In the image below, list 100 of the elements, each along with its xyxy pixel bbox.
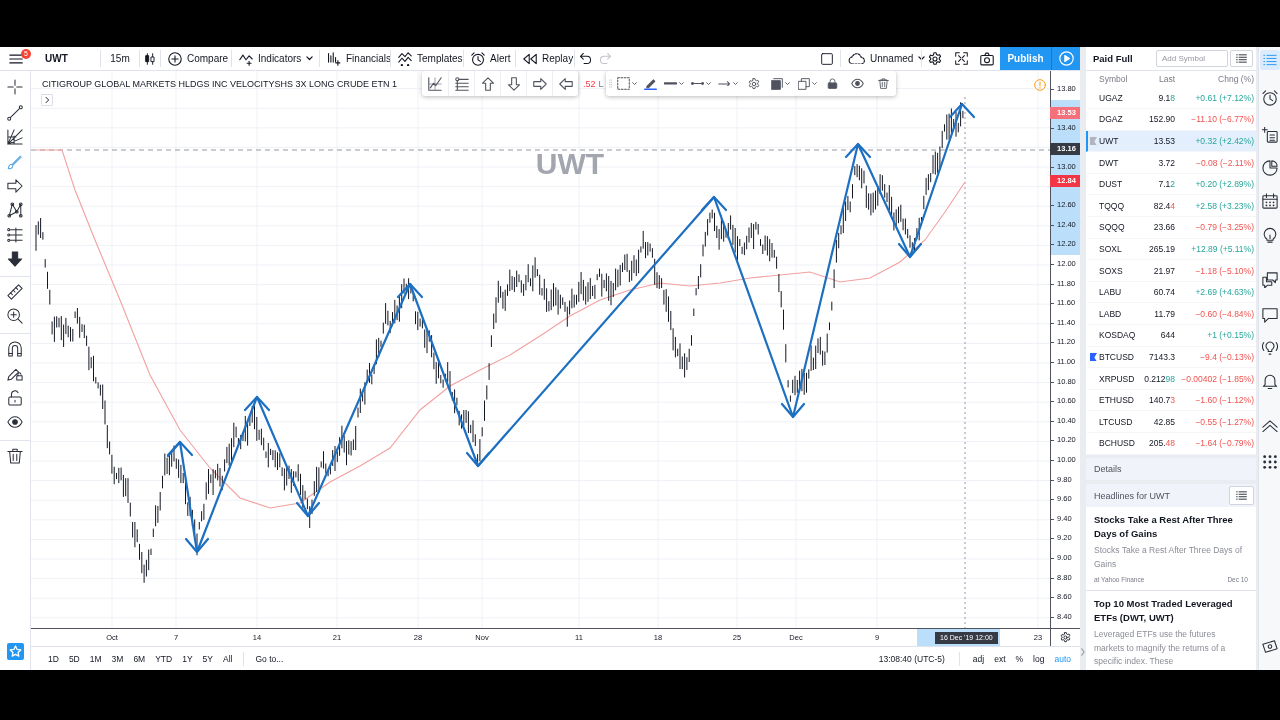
zoom-in-icon[interactable] bbox=[7, 308, 23, 324]
chevron-right-icon[interactable] bbox=[41, 94, 53, 106]
watchlist-row[interactable]: BTCUSD 7143.3 −9.4 (−0.13%) bbox=[1086, 346, 1256, 369]
watchlist-row[interactable]: LABD 11.79 −0.60 (−4.84%) bbox=[1086, 303, 1256, 326]
range-option[interactable]: 1Y bbox=[177, 649, 198, 668]
double-chevron-up-icon[interactable] bbox=[1261, 419, 1278, 433]
candlestick-icon[interactable] bbox=[144, 52, 156, 65]
watchlist-row[interactable]: DWT 3.72 −0.08 (−2.11%) bbox=[1086, 152, 1256, 174]
open-lock-icon[interactable] bbox=[7, 390, 23, 406]
add-symbol-field[interactable]: Add Symbol bbox=[1156, 50, 1228, 67]
range-option[interactable]: 6M bbox=[128, 649, 151, 668]
lock-icon[interactable] bbox=[826, 78, 838, 89]
caret-icon[interactable] bbox=[812, 81, 817, 86]
star-icon[interactable] bbox=[6, 643, 24, 660]
caret-icon[interactable] bbox=[632, 81, 637, 86]
goto-link[interactable]: Go to... bbox=[250, 649, 289, 668]
chat-bubble-icon[interactable] bbox=[1261, 307, 1278, 323]
news-title[interactable]: Top 10 Most Traded Leveraged ETFs (DWT, UWT) bbox=[1094, 597, 1248, 625]
headlines-menu-button[interactable] bbox=[1229, 486, 1254, 506]
range-option[interactable]: 5Y bbox=[197, 649, 218, 668]
column-header[interactable]: Symbol bbox=[1099, 74, 1139, 85]
arrow-down-icon[interactable] bbox=[7, 251, 23, 267]
copy-icon[interactable] bbox=[798, 77, 810, 90]
lightbulb-waves-icon[interactable] bbox=[1261, 339, 1278, 355]
compare-button[interactable]: Compare bbox=[161, 47, 231, 70]
settings-icon[interactable] bbox=[1060, 632, 1071, 643]
alarm-clock-icon[interactable] bbox=[1261, 90, 1278, 106]
level-lines-icon[interactable] bbox=[454, 76, 469, 91]
play-button[interactable] bbox=[1051, 47, 1080, 70]
arrow-down-icon[interactable] bbox=[506, 76, 521, 91]
watchlist-row[interactable]: KOSDAQ 644 +1 (+0.15%) bbox=[1086, 325, 1256, 347]
crosshair-icon[interactable] bbox=[7, 79, 23, 95]
arrow-line-icon[interactable] bbox=[718, 80, 731, 87]
calendar-icon[interactable] bbox=[1261, 193, 1278, 209]
caret-icon[interactable] bbox=[733, 81, 738, 86]
list-icon[interactable] bbox=[1259, 50, 1280, 70]
thick-line-icon[interactable] bbox=[664, 82, 677, 85]
banknote-icon[interactable] bbox=[1261, 639, 1278, 655]
caret-icon[interactable] bbox=[679, 81, 684, 86]
layout-button[interactable]: Unnamed bbox=[841, 47, 921, 70]
pen-icon[interactable] bbox=[643, 77, 657, 90]
replay-button[interactable]: Replay bbox=[516, 47, 574, 70]
watchlist-row[interactable]: UGAZ 9.18 +0.61 (+7.12%) bbox=[1086, 87, 1256, 110]
watchlist-row[interactable]: LTCUSD 42.85 −0.55 (−1.27%) bbox=[1086, 411, 1256, 433]
symbol-selector[interactable]: UWT bbox=[31, 47, 100, 70]
line-endpoints-icon[interactable] bbox=[691, 82, 704, 85]
templates-button[interactable]: Templates bbox=[391, 47, 463, 70]
range-option[interactable]: 1D bbox=[43, 649, 64, 668]
dashed-square-icon[interactable] bbox=[617, 77, 630, 90]
camera-icon[interactable] bbox=[980, 51, 994, 66]
trash-icon[interactable] bbox=[7, 448, 23, 464]
interval-selector[interactable]: 15m bbox=[101, 47, 139, 70]
watchlist-row[interactable]: TQQQ 82.44 +2.58 (+3.23%) bbox=[1086, 195, 1256, 218]
column-header[interactable]: Last bbox=[1139, 74, 1175, 85]
watchlist-row[interactable]: DUST 7.12 +0.20 (+2.89%) bbox=[1086, 173, 1256, 196]
magnet-icon[interactable] bbox=[7, 341, 23, 357]
arrow-right-icon[interactable] bbox=[7, 178, 23, 194]
caret-icon[interactable] bbox=[706, 81, 711, 86]
scale-toggle[interactable]: adj bbox=[967, 649, 990, 668]
trash-icon[interactable] bbox=[877, 78, 889, 89]
arrow-up-icon[interactable] bbox=[480, 76, 495, 91]
square-icon[interactable] bbox=[821, 52, 833, 65]
arrow-left-icon[interactable] bbox=[558, 76, 573, 91]
pie-chart-icon[interactable] bbox=[1261, 160, 1278, 176]
line-tool-icon[interactable] bbox=[7, 105, 23, 121]
watchlist-menu-button[interactable] bbox=[1230, 50, 1253, 67]
lightbulb-icon[interactable] bbox=[1261, 227, 1278, 243]
scale-toggle[interactable]: ext bbox=[989, 649, 1011, 668]
range-option[interactable]: YTD bbox=[150, 649, 178, 668]
caret-icon[interactable] bbox=[784, 81, 790, 86]
ruler-icon[interactable] bbox=[7, 284, 23, 300]
document-plus-icon[interactable] bbox=[1261, 127, 1278, 143]
filled-square-icon[interactable] bbox=[770, 77, 783, 90]
fullscreen-icon[interactable] bbox=[954, 52, 968, 65]
chart-line-icon[interactable] bbox=[428, 76, 442, 91]
range-option[interactable]: 5D bbox=[63, 649, 85, 668]
chat-bubbles-icon[interactable] bbox=[1261, 272, 1278, 288]
connected-nodes-icon[interactable] bbox=[7, 202, 23, 218]
watchlist-row[interactable]: ETHUSD 140.73 −1.60 (−1.12%) bbox=[1086, 389, 1256, 412]
watchlist-row[interactable]: BCHUSD 205.48 −1.64 (−0.79%) bbox=[1086, 433, 1256, 455]
watchlist-title[interactable]: Paid Full bbox=[1093, 53, 1133, 64]
undo-icon[interactable] bbox=[578, 52, 592, 65]
menu-icon[interactable] bbox=[8, 51, 23, 66]
eye-icon[interactable] bbox=[850, 77, 864, 90]
watchlist-row[interactable]: SOXS 21.97 −1.18 (−5.10%) bbox=[1086, 260, 1256, 282]
eye-icon[interactable] bbox=[7, 414, 23, 430]
details-header[interactable]: Details bbox=[1086, 457, 1256, 481]
watchlist-row[interactable]: DGAZ 152.90 −11.10 (−6.77%) bbox=[1086, 109, 1256, 131]
indicators-button[interactable]: Indicators bbox=[232, 47, 319, 70]
financials-button[interactable]: Financials bbox=[320, 47, 390, 70]
news-title[interactable]: Stocks Take a Rest After Three Days of Gains bbox=[1094, 513, 1248, 541]
settings-icon[interactable] bbox=[928, 51, 942, 66]
column-header[interactable]: Chng (%) bbox=[1175, 74, 1256, 85]
alert-button[interactable]: Alert bbox=[464, 47, 515, 70]
range-option[interactable]: 3M bbox=[106, 649, 129, 668]
dots-grid-icon[interactable] bbox=[1261, 454, 1278, 470]
watchlist-row[interactable]: SOXL 265.19 +12.89 (+5.11%) bbox=[1086, 238, 1256, 261]
watchlist-row[interactable]: SQQQ 23.66 −0.79 (−3.25%) bbox=[1086, 217, 1256, 239]
fan-lines-icon[interactable] bbox=[7, 129, 23, 145]
scale-toggle[interactable]: % bbox=[1010, 649, 1029, 668]
